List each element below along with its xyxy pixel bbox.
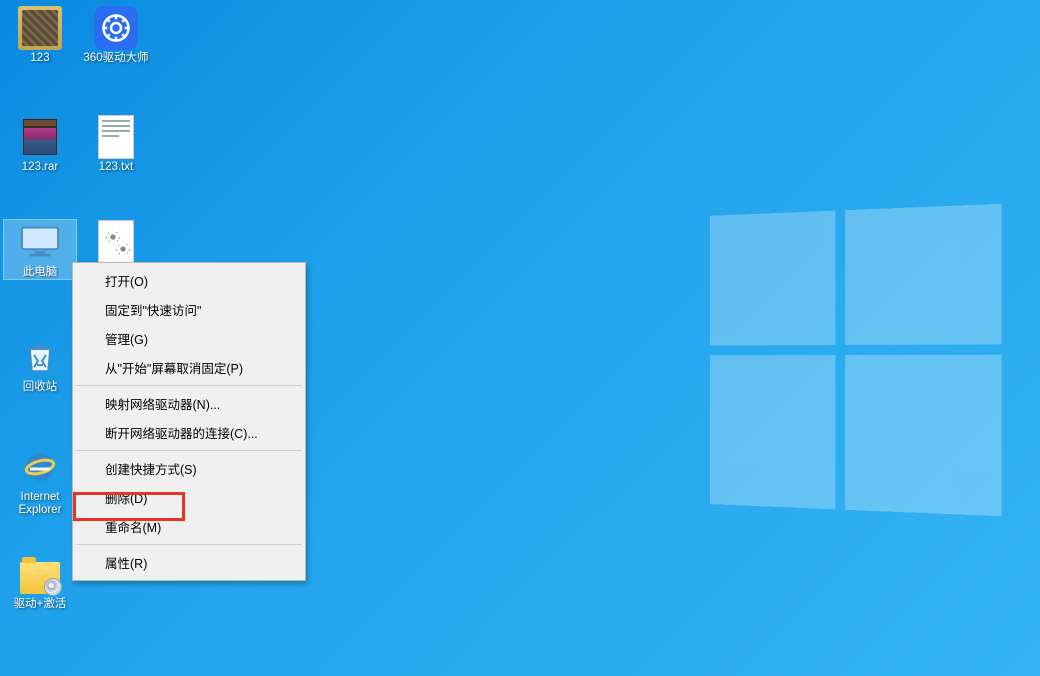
folder-icon (18, 6, 62, 50)
menu-separator (76, 450, 302, 451)
icon-label: 此电脑 (4, 266, 76, 279)
icon-label: 123 (4, 52, 76, 65)
app-icon (94, 6, 138, 50)
folder-icon (18, 552, 62, 596)
desktop-icon-360-driver[interactable]: 360驱动大师 (80, 6, 152, 65)
desktop-icon-123-txt[interactable]: 123.txt (80, 115, 152, 174)
menu-item-pin-quick-access[interactable]: 固定到"快速访问" (75, 295, 303, 324)
context-menu: 打开(O) 固定到"快速访问" 管理(G) 从"开始"屏幕取消固定(P) 映射网… (72, 262, 306, 581)
bat-icon (94, 220, 138, 264)
menu-item-delete[interactable]: 删除(D) (75, 483, 303, 512)
menu-separator (76, 544, 302, 545)
desktop[interactable]: 123 360驱动大师 123.rar 123.txt 此电脑 (0, 0, 1040, 676)
desktop-icon-internet-explorer[interactable]: Internet Explorer (4, 445, 76, 517)
icon-label: 驱动+激活 (4, 598, 76, 611)
windows-logo-wallpaper (710, 204, 1002, 517)
this-pc-icon (18, 220, 62, 264)
menu-item-unpin-start[interactable]: 从"开始"屏幕取消固定(P) (75, 353, 303, 382)
menu-separator (76, 385, 302, 386)
menu-item-properties[interactable]: 属性(R) (75, 548, 303, 577)
desktop-icon-this-pc[interactable]: 此电脑 (4, 220, 76, 279)
desktop-icon-123-rar[interactable]: 123.rar (4, 115, 76, 174)
menu-item-open[interactable]: 打开(O) (75, 266, 303, 295)
desktop-icon-driver-activate[interactable]: 驱动+激活 (4, 552, 76, 611)
menu-item-disconnect-network-drive[interactable]: 断开网络驱动器的连接(C)... (75, 418, 303, 447)
menu-item-create-shortcut[interactable]: 创建快捷方式(S) (75, 454, 303, 483)
txt-icon (94, 115, 138, 159)
ie-icon (18, 445, 62, 489)
icon-label: 123.rar (4, 161, 76, 174)
menu-item-manage[interactable]: 管理(G) (75, 324, 303, 353)
icon-label: 360驱动大师 (80, 52, 152, 65)
menu-item-rename[interactable]: 重命名(M) (75, 512, 303, 541)
icon-label: 123.txt (80, 161, 152, 174)
desktop-icon-bat-file[interactable] (80, 220, 152, 266)
icon-label: Internet Explorer (4, 491, 76, 517)
rar-icon (18, 115, 62, 159)
desktop-icon-recycle-bin[interactable]: 回收站 (4, 335, 76, 394)
menu-item-map-network-drive[interactable]: 映射网络驱动器(N)... (75, 389, 303, 418)
recycle-bin-icon (18, 335, 62, 379)
icon-label: 回收站 (4, 381, 76, 394)
desktop-icon-folder-123[interactable]: 123 (4, 6, 76, 65)
